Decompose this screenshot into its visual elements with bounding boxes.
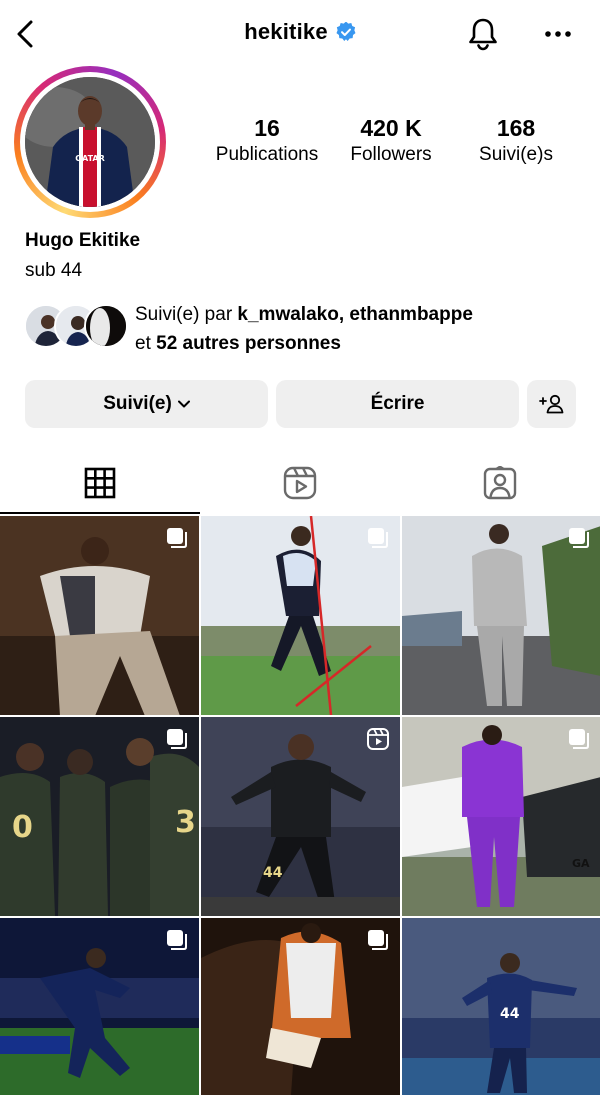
svg-text:44: 44 [263,865,283,881]
svg-text:GA: GA [572,857,590,870]
verified-badge-icon [336,22,356,42]
svg-text:QATAR: QATAR [75,154,105,163]
carousel-icon [368,930,388,950]
mutual-line-2: et 52 autres personnes [135,329,473,358]
svg-text:0: 0 [12,810,33,845]
mutual-avatar-illustration [86,306,126,346]
stat-following[interactable]: 168 Suivi(e)s [466,114,566,168]
reel-icon [367,728,389,750]
profile-avatar: QATAR [25,77,155,207]
svg-text:3: 3 [175,805,196,840]
mutual-followers-text[interactable]: Suivi(e) par k_mwalako, ethanmbappe et 5… [135,300,473,358]
grid-icon [84,467,116,499]
avatar-border: QATAR [20,72,160,212]
post-thumbnail[interactable] [0,516,199,715]
following-button[interactable]: Suivi(e) [25,380,268,428]
tagged-icon [483,466,517,500]
stat-posts[interactable]: 16 Publications [207,114,327,168]
carousel-icon [167,930,187,950]
tab-grid[interactable] [0,452,200,514]
carousel-icon [569,729,589,749]
mutual-followers-avatars[interactable] [24,304,128,350]
active-tab-indicator [0,512,200,514]
post-thumbnail[interactable] [0,918,199,1095]
more-options-button[interactable] [538,20,578,48]
posts-label: Publications [215,144,319,165]
bell-icon [469,18,497,51]
chevron-down-icon [177,400,190,408]
followers-label: Followers [350,144,432,165]
mutual-avatar [84,304,128,348]
svg-text:44: 44 [500,1006,520,1022]
carousel-icon [167,528,187,548]
followers-count: 420 K [360,115,422,141]
reels-icon [283,466,317,500]
title-wrap: hekitike [0,19,600,45]
following-count: 168 [496,115,536,141]
profile-bio: sub 44 [25,260,83,281]
following-button-label: Suivi(e) [103,393,172,414]
post-thumbnail[interactable]: GA [402,717,600,916]
mutual-prefix: Suivi(e) par [135,304,238,325]
post-thumbnail[interactable] [402,516,600,715]
mutual-names: k_mwalako, ethanmbappe [237,304,473,325]
carousel-icon [569,528,589,548]
post-thumbnail[interactable]: 44 [402,918,600,1095]
message-button[interactable]: Écrire [276,380,519,428]
suggested-people-button[interactable] [527,380,576,428]
message-button-label: Écrire [370,393,425,414]
mutual-line2-prefix: et [135,333,157,354]
more-horizontal-icon [545,31,571,37]
tab-tagged[interactable] [400,452,600,514]
stat-followers[interactable]: 420 K Followers [338,114,444,168]
mutual-others: 52 autres personnes [156,333,341,354]
profile-full-name: Hugo Ekitike [25,230,141,251]
post-thumbnail[interactable]: 0 3 [0,717,199,916]
following-label: Suivi(e)s [479,144,553,165]
post-thumbnail[interactable]: 44 [201,717,400,916]
posts-grid: 0 3 44 GA 44 [0,516,600,1095]
posts-count: 16 [254,115,280,141]
add-person-icon [538,394,563,414]
profile-tabs [0,452,600,514]
tab-reels[interactable] [200,452,400,514]
carousel-icon [167,729,187,749]
post-thumbnail[interactable] [201,918,400,1095]
top-bar: hekitike [0,0,600,68]
avatar-player-illustration: QATAR [25,77,155,207]
profile-avatar-story-ring[interactable]: QATAR [14,66,166,218]
post-image: 44 [402,918,600,1095]
profile-username: hekitike [244,19,328,44]
notifications-button[interactable] [464,14,502,54]
carousel-icon [368,528,388,548]
post-thumbnail[interactable] [201,516,400,715]
mutual-line-1: Suivi(e) par k_mwalako, ethanmbappe [135,300,473,329]
